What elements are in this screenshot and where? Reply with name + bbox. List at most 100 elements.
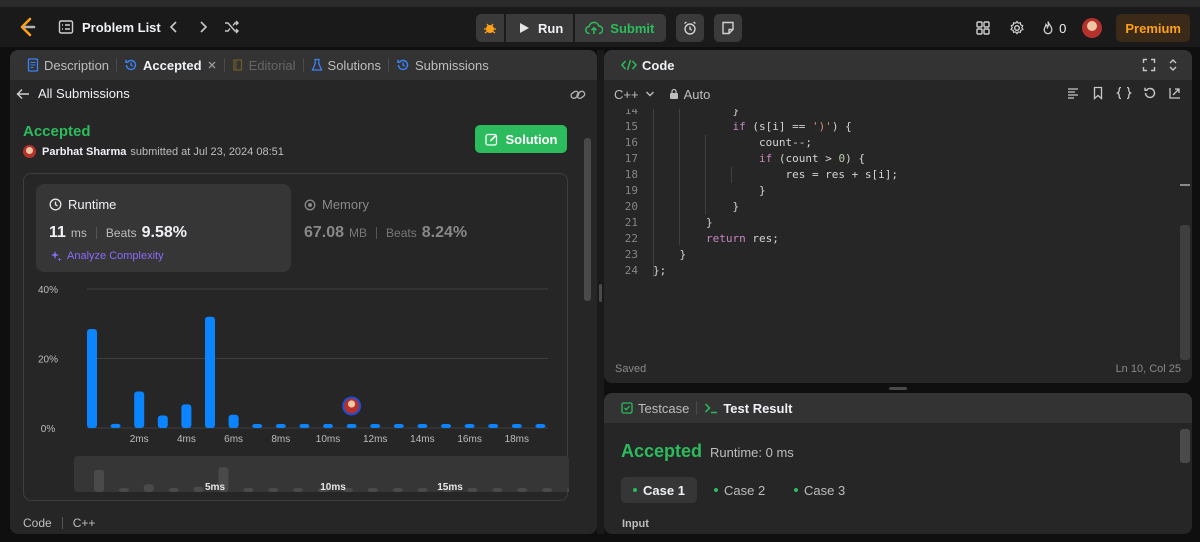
vertical-splitter-handle[interactable] — [599, 284, 602, 302]
shuffle-icon[interactable] — [222, 17, 242, 37]
left-scrollbar-thumb[interactable] — [584, 138, 591, 301]
code-label: Code — [23, 516, 52, 530]
line-text: } — [653, 184, 766, 197]
all-submissions-link[interactable]: All Submissions — [16, 86, 130, 101]
line-text: if (count > 0) { — [758, 152, 865, 165]
close-icon[interactable] — [207, 60, 217, 70]
format-icon[interactable] — [1066, 86, 1080, 100]
tab-submissions[interactable]: Submissions — [389, 50, 496, 80]
timer-button[interactable] — [676, 14, 705, 42]
runtime-bar — [535, 424, 546, 428]
editor-actions — [1066, 86, 1182, 100]
case-tab-2[interactable]: Case 2 — [702, 477, 777, 503]
runtime-bar — [464, 424, 475, 428]
divider — [61, 517, 63, 529]
runtime-bar — [205, 316, 215, 428]
run-button[interactable]: Run — [506, 14, 574, 42]
line-text: } — [653, 200, 740, 213]
left-scrollbar-track[interactable] — [583, 138, 592, 534]
code-line[interactable]: 15 if (s[i] == ')') { — [604, 119, 1174, 135]
chevron-collapse-icon[interactable] — [1166, 58, 1180, 75]
premium-button[interactable]: Premium — [1116, 14, 1190, 42]
x-tick-label: 14ms — [410, 434, 434, 445]
result-scrollbar-track[interactable] — [1180, 429, 1190, 534]
x-tick-label: 10ms — [316, 434, 340, 445]
overview-bar — [293, 488, 304, 492]
line-number: 16 — [624, 136, 638, 149]
braces-icon[interactable] — [1116, 86, 1132, 100]
code-line[interactable]: 19 } — [604, 183, 1174, 199]
gear-icon[interactable] — [1007, 18, 1027, 38]
code-line[interactable]: 20 } — [604, 199, 1174, 215]
code-line[interactable]: 24}; — [604, 263, 1174, 279]
run-label: Run — [538, 20, 564, 36]
runtime-bar — [275, 424, 286, 428]
line-text: } — [653, 216, 713, 229]
language-select[interactable]: C++ — [614, 87, 655, 102]
runtime-bar — [441, 424, 451, 428]
play-icon — [520, 23, 529, 33]
avatar[interactable] — [1082, 18, 1103, 38]
runtime-bar — [393, 424, 404, 428]
x-tick-label: 6ms — [224, 434, 243, 445]
avatar[interactable] — [23, 145, 36, 158]
doc-icon — [27, 58, 39, 72]
overview-bar — [193, 486, 204, 492]
code-line[interactable]: 16 count--; — [604, 135, 1174, 151]
share-link-icon[interactable] — [570, 88, 586, 105]
runtime-bar — [157, 415, 168, 428]
bookmark-icon[interactable] — [1091, 86, 1105, 100]
code-line[interactable]: 18 res = res + s[i]; — [604, 167, 1174, 183]
tab-description[interactable]: Description — [20, 50, 116, 80]
code-editor[interactable]: 14 } 15 if (s[i] == ')') {16 count--; 17 i… — [604, 109, 1182, 357]
x-tick-label: 16ms — [457, 434, 481, 445]
line-number: 23 — [624, 248, 638, 261]
save-status: Saved — [615, 363, 647, 375]
result-scrollbar-thumb[interactable] — [1180, 429, 1190, 463]
horizontal-splitter-handle[interactable] — [889, 387, 907, 390]
overview-bar — [243, 488, 254, 492]
tab-testcase[interactable]: Testcase — [614, 393, 696, 423]
lang-label: C++ — [72, 516, 96, 530]
submitter-name[interactable]: Parbhat Sharma — [42, 146, 126, 158]
code-line[interactable]: 14 } — [604, 109, 1174, 119]
line-text: res = res + s[i]; — [653, 168, 899, 181]
tab-solutions[interactable]: Solutions — [304, 50, 388, 80]
code-scrollbar-track[interactable] — [1180, 108, 1190, 360]
leetcode-logo-icon[interactable] — [16, 16, 38, 38]
note-icon — [722, 21, 735, 35]
code-scrollbar-thumb[interactable] — [1180, 225, 1190, 360]
window-top-strip — [0, 0, 1200, 7]
y-tick-label: 0% — [41, 424, 56, 435]
code-line[interactable]: 23 } — [604, 247, 1174, 263]
code-line[interactable]: 17 if (count > 0) { — [604, 151, 1174, 167]
fullscreen-icon[interactable] — [1142, 58, 1156, 75]
lock-icon — [669, 88, 678, 99]
tab-code[interactable]: Code — [614, 50, 682, 80]
debug-button[interactable] — [476, 14, 504, 42]
overview-bar — [542, 488, 553, 492]
next-problem-icon[interactable] — [193, 17, 213, 37]
expand-editor-icon[interactable] — [1168, 86, 1182, 100]
tab-test-result[interactable]: Test Result — [697, 393, 799, 423]
prev-problem-icon[interactable] — [164, 17, 184, 37]
layout-icon[interactable] — [973, 18, 993, 38]
tab-accepted[interactable]: Accepted — [117, 50, 224, 80]
tab-accepted-label: Accepted — [143, 57, 202, 73]
notes-button[interactable] — [714, 14, 743, 42]
code-line[interactable]: 21 } — [604, 215, 1174, 231]
case-tab-3[interactable]: Case 3 — [782, 477, 857, 503]
problem-list-icon[interactable] — [58, 19, 74, 35]
streak-counter[interactable]: 0 — [1041, 20, 1066, 36]
reset-icon[interactable] — [1143, 86, 1157, 100]
post-solution-button[interactable]: Solution — [475, 125, 567, 153]
autocomplete-toggle[interactable]: Auto — [669, 87, 710, 102]
case-1-label: Case 1 — [643, 482, 685, 498]
tab-editorial[interactable]: Editorial — [225, 50, 303, 80]
submit-button[interactable]: Submit — [575, 14, 667, 42]
line-number: 24 — [624, 264, 638, 277]
overview-bar — [268, 488, 279, 492]
case-tab-1[interactable]: Case 1 — [621, 477, 697, 503]
problem-list-link[interactable]: Problem List — [82, 18, 161, 36]
code-line[interactable]: 22 return res; — [604, 231, 1174, 247]
